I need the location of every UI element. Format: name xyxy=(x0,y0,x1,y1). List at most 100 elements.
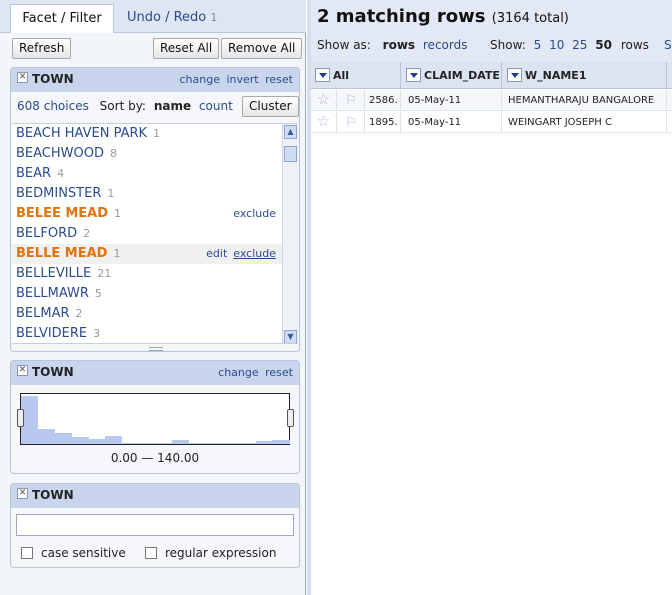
view-records[interactable]: records xyxy=(423,38,468,52)
choices-count[interactable]: 608 choices xyxy=(17,99,89,113)
flag-icon[interactable]: ⚐ xyxy=(338,90,365,111)
facet-invert-link[interactable]: invert xyxy=(226,73,258,86)
chevron-down-icon[interactable] xyxy=(315,68,330,82)
choice-count: 1 xyxy=(153,127,161,140)
cell-claim-date[interactable]: 05-May-11 xyxy=(402,90,502,111)
page-size-5[interactable]: 5 xyxy=(534,38,542,52)
choice-name[interactable]: BELLE MEAD xyxy=(16,246,107,261)
resize-handle[interactable] xyxy=(149,347,163,351)
choice-count: 21 xyxy=(97,267,112,280)
facet-title: TOWN xyxy=(32,488,74,502)
list-item[interactable]: BEACHWOOD 8 xyxy=(12,144,298,164)
star-icon[interactable]: ☆ xyxy=(311,90,337,111)
sort-link[interactable]: S xyxy=(664,38,672,52)
view-rows[interactable]: rows xyxy=(383,38,415,52)
list-item[interactable]: BELFORD 2 xyxy=(12,224,298,244)
choice-exclude-link[interactable]: exclude xyxy=(233,207,276,220)
refresh-button[interactable]: Refresh xyxy=(12,38,72,59)
scroll-thumb[interactable] xyxy=(284,146,297,162)
cluster-button[interactable]: Cluster xyxy=(242,96,299,117)
histogram xyxy=(20,393,290,445)
list-item[interactable]: BELLEVILLE 21 xyxy=(12,264,298,284)
remove-all-button[interactable]: Remove All xyxy=(221,38,303,59)
checkbox-icon[interactable] xyxy=(21,547,33,559)
sort-by-count[interactable]: count xyxy=(199,99,233,113)
cell-w-name1[interactable]: HEMANTHARAJU BANGALORE xyxy=(503,90,667,111)
choice-name[interactable]: BELFORD xyxy=(16,226,77,241)
choice-list: BEACH HAVEN PARK 1 BEACHWOOD 8 BEAR 4 BEDMINST… xyxy=(12,123,298,344)
column-header-all[interactable]: All xyxy=(311,62,401,89)
histogram-bar xyxy=(104,436,122,444)
histogram-bar xyxy=(188,443,206,444)
reset-all-button[interactable]: Reset All xyxy=(153,38,220,59)
choice-name[interactable]: BELLEVILLE xyxy=(16,266,91,281)
regex-checkbox[interactable]: regular expression xyxy=(145,546,276,560)
tab-facet-filter[interactable]: Facet / Filter xyxy=(10,4,114,33)
chevron-down-icon[interactable] xyxy=(406,68,421,82)
list-item[interactable]: BELMAR 2 xyxy=(12,304,298,324)
list-item[interactable]: BELEE MEAD 1 exclude xyxy=(12,204,298,224)
scroll-down-icon[interactable]: ▼ xyxy=(284,330,297,343)
choice-exclude-link[interactable]: exclude xyxy=(233,247,276,260)
facet-reset-link[interactable]: reset xyxy=(265,73,293,86)
choice-name[interactable]: BELMAR xyxy=(16,306,70,321)
page-size-25[interactable]: 25 xyxy=(572,38,587,52)
list-item[interactable]: BELVIDERE 3 xyxy=(12,324,298,343)
facet-title: TOWN xyxy=(32,72,74,86)
range-handle-right[interactable] xyxy=(287,409,294,427)
choice-name[interactable]: BEDMINSTER xyxy=(16,186,101,201)
text-filter-input[interactable] xyxy=(16,514,294,536)
close-icon[interactable]: ✕ xyxy=(17,488,28,499)
histogram-bar xyxy=(255,441,273,444)
checkbox-icon[interactable] xyxy=(145,547,157,559)
cell-claim-date[interactable]: 05-May-11 xyxy=(402,112,502,133)
choice-count: 2 xyxy=(75,307,83,320)
facet-links: change reset xyxy=(215,366,293,379)
star-icon[interactable]: ☆ xyxy=(311,112,337,133)
list-item[interactable]: BELLE MEAD 1 edit exclude xyxy=(12,244,298,264)
grid-header: All CLAIM_DATE W_NAME1 xyxy=(311,62,672,89)
scroll-up-icon[interactable]: ▲ xyxy=(284,125,297,139)
choice-name[interactable]: BELEE MEAD xyxy=(16,206,108,221)
choice-name[interactable]: BEACHWOOD xyxy=(16,146,104,161)
facet-links: change invert reset xyxy=(177,73,294,86)
choice-name[interactable]: BELVIDERE xyxy=(16,326,87,341)
facet-change-link[interactable]: change xyxy=(180,73,220,86)
choice-name[interactable]: BELLMAWR xyxy=(16,286,89,301)
histogram-bar xyxy=(54,433,72,444)
table-row: ☆ ⚐ 1895. 05-May-11 WEINGART JOSEPH C xyxy=(311,112,672,133)
table-row: ☆ ⚐ 2586. 05-May-11 HEMANTHARAJU BANGALORE xyxy=(311,90,672,111)
facet-reset-link[interactable]: reset xyxy=(265,366,293,379)
close-icon[interactable]: ✕ xyxy=(17,365,28,376)
undo-label: Undo / Redo xyxy=(127,10,207,25)
list-item[interactable]: BEAR 4 xyxy=(12,164,298,184)
choice-actions: edit exclude xyxy=(206,244,276,264)
list-item[interactable]: BEACH HAVEN PARK 1 xyxy=(12,124,298,144)
choice-name[interactable]: BEAR xyxy=(16,166,51,181)
close-icon[interactable]: ✕ xyxy=(17,72,28,83)
page-size-10[interactable]: 10 xyxy=(549,38,564,52)
list-item[interactable]: BELLMAWR 5 xyxy=(12,284,298,304)
chevron-down-icon[interactable] xyxy=(507,68,522,82)
sort-by-name[interactable]: name xyxy=(154,99,191,113)
scrollbar[interactable]: ▲ ▼ xyxy=(282,124,298,343)
cell-w-name1[interactable]: WEINGART JOSEPH C xyxy=(503,112,667,133)
case-sensitive-checkbox[interactable]: case sensitive xyxy=(21,546,126,560)
facet-change-link[interactable]: change xyxy=(218,366,258,379)
list-item[interactable]: BEDMINSTER 1 xyxy=(12,184,298,204)
rows-suffix: rows xyxy=(620,38,649,52)
left-panel: Facet / Filter Undo / Redo 1 Refresh Res… xyxy=(0,0,306,595)
numeric-facet: ✕ TOWN change reset 0.00 — 140.00 xyxy=(10,360,300,474)
column-header-w-name1[interactable]: W_NAME1 xyxy=(503,62,667,89)
choice-edit-link[interactable]: edit xyxy=(206,247,227,260)
right-panel: 2 matching rows (3164 total) Show as: ro… xyxy=(307,0,672,595)
choice-name[interactable]: BEACH HAVEN PARK xyxy=(16,126,147,141)
tab-undo-redo[interactable]: Undo / Redo 1 xyxy=(127,4,217,33)
choice-count: 3 xyxy=(93,327,101,340)
flag-icon[interactable]: ⚐ xyxy=(338,112,365,133)
choice-count: 4 xyxy=(57,167,65,180)
range-handle-left[interactable] xyxy=(17,409,24,427)
column-header-claim-date[interactable]: CLAIM_DATE xyxy=(402,62,502,89)
histogram-bar xyxy=(205,443,223,444)
choice-count: 2 xyxy=(83,227,91,240)
